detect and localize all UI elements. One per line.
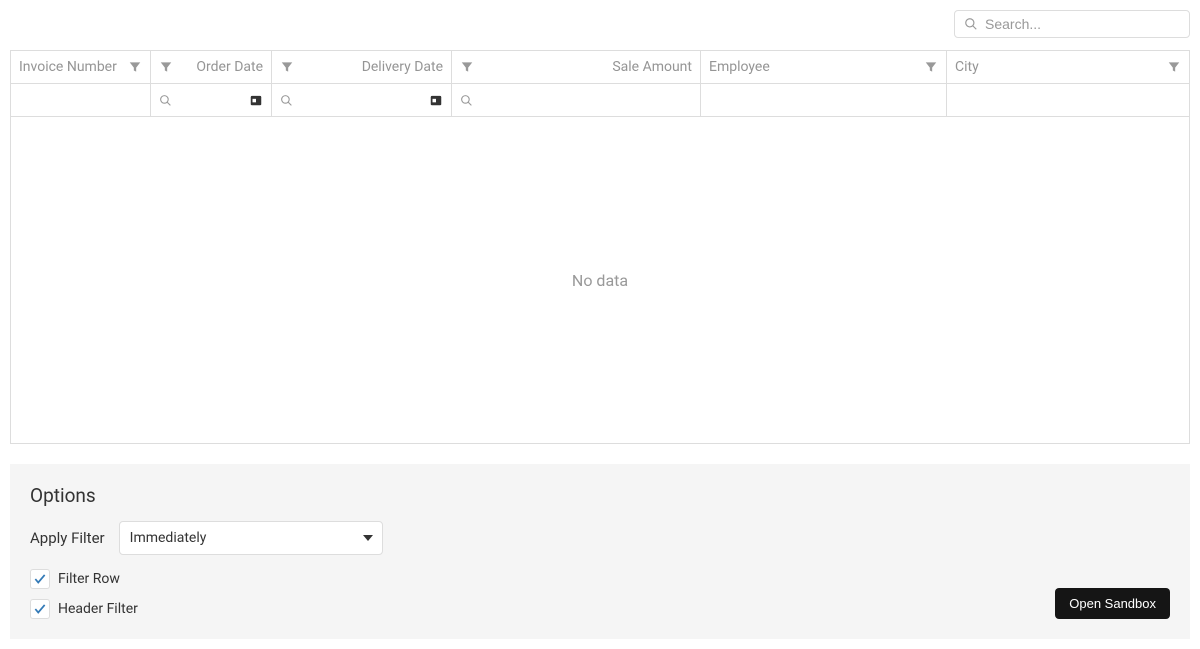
column-label: Sale Amount [612, 59, 692, 75]
calendar-icon[interactable] [249, 93, 263, 107]
filter-cell-city [946, 84, 1189, 116]
grid-empty-text: No data [572, 271, 628, 290]
column-label: Invoice Number [19, 59, 117, 75]
filter-cell-sale-amount [451, 84, 700, 116]
filter-icon[interactable] [128, 60, 142, 74]
open-sandbox-button[interactable]: Open Sandbox [1055, 588, 1170, 619]
options-title: Options [30, 484, 1170, 507]
search-box [954, 10, 1190, 38]
data-grid: Invoice Number Order Date Delivery Date … [10, 50, 1190, 444]
column-label: Delivery Date [362, 59, 443, 75]
filter-row-checkbox[interactable] [30, 569, 50, 589]
search-icon[interactable] [460, 94, 473, 107]
filter-input-employee[interactable] [709, 91, 938, 109]
column-header-delivery-date[interactable]: Delivery Date [271, 51, 451, 83]
filter-icon[interactable] [1167, 60, 1181, 74]
filter-input-invoice[interactable] [19, 91, 142, 109]
search-icon[interactable] [159, 94, 172, 107]
filter-input-order-date[interactable] [178, 91, 243, 109]
calendar-icon[interactable] [429, 93, 443, 107]
filter-row-checkbox-label: Filter Row [58, 571, 120, 587]
options-panel: Options Apply Filter Immediately Filter … [10, 464, 1190, 639]
grid-header-row: Invoice Number Order Date Delivery Date … [11, 51, 1189, 84]
filter-input-city[interactable] [955, 91, 1181, 109]
column-header-sale-amount[interactable]: Sale Amount [451, 51, 700, 83]
column-header-order-date[interactable]: Order Date [150, 51, 271, 83]
filter-input-delivery-date[interactable] [299, 91, 423, 109]
grid-body: No data [11, 117, 1189, 443]
search-icon[interactable] [280, 94, 293, 107]
column-header-invoice[interactable]: Invoice Number [11, 51, 150, 83]
header-filter-checkbox[interactable] [30, 599, 50, 619]
apply-filter-value: Immediately [130, 530, 207, 546]
filter-cell-delivery-date [271, 84, 451, 116]
filter-row-option: Filter Row [30, 569, 1170, 589]
grid-filter-row [11, 84, 1189, 117]
apply-filter-label: Apply Filter [30, 529, 105, 547]
filter-cell-employee [700, 84, 946, 116]
column-header-city[interactable]: City [946, 51, 1189, 83]
filter-cell-invoice [11, 84, 150, 116]
column-label: Order Date [196, 59, 263, 75]
apply-filter-select[interactable]: Immediately [119, 521, 383, 555]
filter-input-sale-amount[interactable] [479, 91, 692, 109]
column-label: City [955, 59, 979, 75]
header-filter-option: Header Filter [30, 599, 1170, 619]
filter-icon[interactable] [159, 60, 173, 74]
apply-filter-row: Apply Filter Immediately [30, 521, 1170, 555]
filter-icon[interactable] [924, 60, 938, 74]
filter-icon[interactable] [280, 60, 294, 74]
filter-icon[interactable] [460, 60, 474, 74]
header-filter-checkbox-label: Header Filter [58, 601, 138, 617]
column-header-employee[interactable]: Employee [700, 51, 946, 83]
toolbar [10, 10, 1190, 38]
search-input[interactable] [954, 10, 1190, 38]
column-label: Employee [709, 59, 770, 75]
filter-cell-order-date [150, 84, 271, 116]
